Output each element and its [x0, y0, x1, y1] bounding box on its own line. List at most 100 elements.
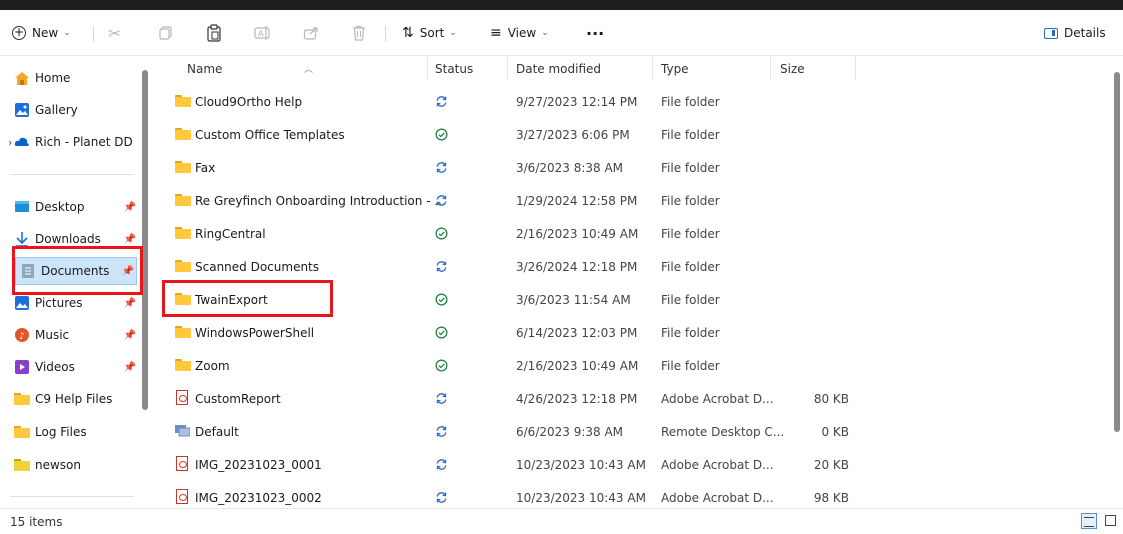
pin-icon[interactable]: 📌	[124, 362, 136, 373]
nav-item-label: Rich - Planet DD	[35, 135, 133, 149]
column-divider[interactable]	[855, 56, 856, 80]
tiles-view-icon	[1105, 515, 1116, 526]
file-name: IMG_20231023_0002	[195, 491, 322, 505]
file-date-modified: 6/14/2023 12:03 PM	[516, 326, 638, 340]
pin-icon[interactable]: 📌	[124, 330, 136, 341]
file-name: Cloud9Ortho Help	[195, 95, 303, 109]
tiles-view-button[interactable]	[1103, 513, 1119, 529]
table-row[interactable]: TwainExport 3/6/2023 11:54 AM File folder	[150, 284, 1112, 317]
pictures-icon	[15, 296, 29, 310]
rename-button[interactable]: A	[254, 20, 272, 46]
view-button[interactable]: ≡ View ⌄	[490, 20, 549, 46]
delete-button[interactable]	[352, 20, 366, 46]
folder-icon	[175, 194, 191, 208]
file-list-scrollbar[interactable]	[1114, 72, 1120, 432]
table-row[interactable]: WindowsPowerShell 6/14/2023 12:03 PM File …	[150, 317, 1112, 350]
sort-caret-icon: ︿	[304, 65, 314, 75]
column-divider[interactable]	[507, 56, 508, 80]
nav-item-c9-help-files[interactable]: C9 Help Files	[14, 385, 138, 413]
table-row[interactable]: RingCentral 2/16/2023 10:49 AM File folder	[150, 218, 1112, 251]
column-divider[interactable]	[652, 56, 653, 80]
paste-icon	[207, 24, 221, 42]
file-date-modified: 9/27/2023 12:14 PM	[516, 95, 638, 109]
cut-button[interactable]: ✂	[108, 20, 121, 46]
pin-icon[interactable]: 📌	[122, 266, 134, 277]
file-name: Fax	[195, 161, 216, 175]
table-row[interactable]: Default 6/6/2023 9:38 AM Remote Desktop C.…	[150, 416, 1112, 449]
column-divider[interactable]	[427, 56, 428, 80]
view-button-label: View	[507, 26, 537, 40]
nav-item-videos[interactable]: Videos 📌	[14, 353, 138, 381]
column-header-name[interactable]: Name	[187, 62, 222, 76]
column-header-date[interactable]: Date modified	[516, 62, 601, 76]
more-options-button[interactable]: ···	[586, 20, 604, 46]
file-size: 20 KB	[813, 458, 849, 472]
paste-button[interactable]	[206, 20, 222, 46]
table-row[interactable]: Zoom 2/16/2023 10:49 AM File folder	[150, 350, 1112, 383]
file-date-modified: 1/29/2024 12:58 PM	[516, 194, 638, 208]
file-type: File folder	[661, 359, 720, 373]
nav-item-label: Desktop	[35, 200, 85, 214]
nav-item-log-files[interactable]: Log Files	[14, 418, 138, 446]
chevron-down-icon: ⌄	[449, 28, 457, 38]
nav-item-newson[interactable]: newson	[14, 451, 138, 479]
details-pane-button[interactable]: Details	[1044, 20, 1106, 46]
nav-item-label: Pictures	[35, 296, 83, 310]
new-button[interactable]: + New ⌄	[12, 20, 71, 46]
column-header-size[interactable]: Size	[780, 62, 805, 76]
available-status-icon	[435, 128, 449, 142]
nav-item-gallery[interactable]: Gallery	[14, 96, 138, 124]
pin-icon[interactable]: 📌	[124, 202, 136, 213]
table-row[interactable]: IMG_20231023_0001 10/23/2023 10:43 AM Adob…	[150, 449, 1112, 482]
table-row[interactable]: Scanned Documents 3/26/2024 12:18 PM File …	[150, 251, 1112, 284]
column-header-type[interactable]: Type	[661, 62, 689, 76]
file-type: File folder	[661, 260, 720, 274]
folder-icon	[14, 457, 30, 473]
sync-status-icon	[435, 458, 449, 472]
sort-button[interactable]: ⇅ Sort ⌄	[402, 20, 457, 46]
column-header-status[interactable]: Status	[435, 62, 473, 76]
file-name: Zoom	[195, 359, 230, 373]
nav-item-pictures[interactable]: Pictures 📌	[14, 289, 138, 317]
trash-icon	[353, 25, 365, 41]
nav-item-documents[interactable]: Documents 📌	[15, 257, 137, 285]
table-row[interactable]: Custom Office Templates 3/27/2023 6:06 PM…	[150, 119, 1112, 152]
file-type: File folder	[661, 194, 720, 208]
file-date-modified: 10/23/2023 10:43 AM	[516, 458, 646, 472]
more-icon: ···	[586, 23, 605, 43]
table-row[interactable]: IMG_20231023_0002 10/23/2023 10:43 AM Adob…	[150, 482, 1112, 508]
folder-icon	[175, 227, 191, 241]
table-row[interactable]: Re Greyfinch Onboarding Introduction - .…	[150, 185, 1112, 218]
pdf-file-icon	[175, 456, 191, 472]
table-row[interactable]: CustomReport 4/26/2023 12:18 PM Adobe Acro…	[150, 383, 1112, 416]
file-date-modified: 6/6/2023 9:38 AM	[516, 425, 624, 439]
nav-item-label: Gallery	[35, 103, 78, 117]
file-type: File folder	[661, 161, 720, 175]
table-row[interactable]: Cloud9Ortho Help 9/27/2023 12:14 PM File f…	[150, 86, 1112, 119]
folder-icon	[175, 293, 191, 307]
pin-icon[interactable]: 📌	[124, 298, 136, 309]
expand-chevron-icon[interactable]: ›	[8, 136, 12, 149]
file-date-modified: 10/23/2023 10:43 AM	[516, 491, 646, 505]
sync-status-icon	[435, 392, 449, 406]
share-button[interactable]	[303, 20, 319, 46]
copy-button[interactable]	[158, 20, 174, 46]
column-divider[interactable]	[770, 56, 771, 80]
file-name: WindowsPowerShell	[195, 326, 315, 340]
details-view-button[interactable]	[1081, 513, 1097, 529]
file-type: Adobe Acrobat D...	[661, 392, 774, 406]
pin-icon[interactable]: 📌	[124, 234, 136, 245]
nav-item-desktop[interactable]: Desktop 📌	[14, 193, 138, 221]
file-date-modified: 4/26/2023 12:18 PM	[516, 392, 638, 406]
command-bar: + New ⌄ ✂ A ⇅ Sort ⌄ ≡ View ⌄ ··· Detail…	[0, 10, 1123, 56]
nav-scrollbar[interactable]	[142, 70, 148, 410]
navigation-pane: Home Gallery › Rich - Planet DD Desktop …	[0, 56, 150, 508]
nav-item-onedrive[interactable]: Rich - Planet DD	[14, 128, 140, 156]
nav-item-home[interactable]: Home	[14, 64, 138, 92]
nav-item-music[interactable]: ♪ Music 📌	[14, 321, 138, 349]
share-icon	[303, 27, 318, 40]
table-row[interactable]: Fax 3/6/2023 8:38 AM File folder	[150, 152, 1112, 185]
file-size: 80 KB	[813, 392, 849, 406]
sync-status-icon	[435, 260, 449, 274]
nav-item-downloads[interactable]: Downloads 📌	[14, 225, 138, 253]
